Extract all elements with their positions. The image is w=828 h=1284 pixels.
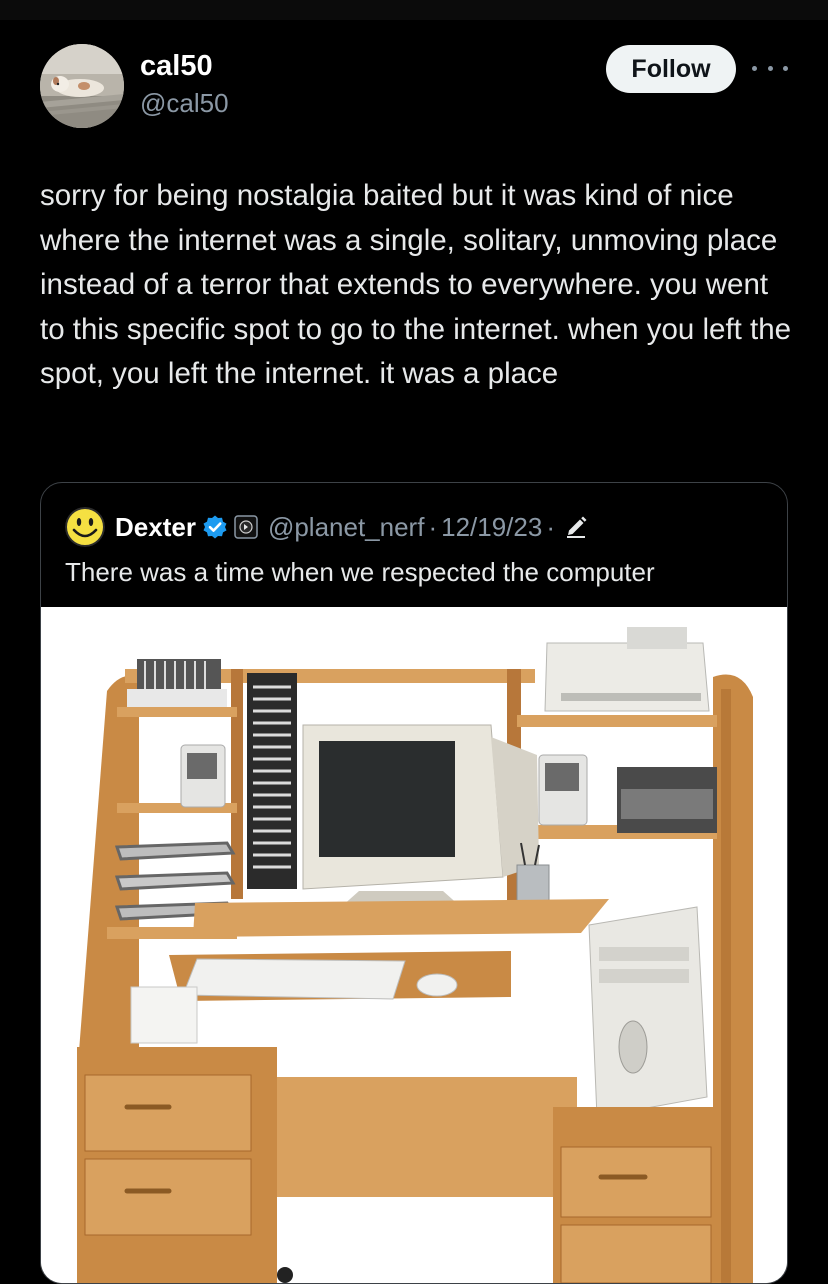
author-display-name[interactable]: cal50 [140,50,213,83]
verified-badge-icon [203,515,227,539]
dot-icon [752,65,757,71]
follow-button[interactable]: Follow [606,45,736,93]
dot-icon [767,65,773,71]
quoted-post-header: Dexter @planet_nerf · 12/19/23 · [65,507,589,547]
quoted-date[interactable]: 12/19/23 [441,512,542,543]
author-handle[interactable]: @cal50 [140,88,229,119]
separator-dot: · [428,511,438,542]
quoted-post-card[interactable]: Dexter @planet_nerf · 12/19/23 · There w… [40,482,788,1284]
edit-pencil-icon[interactable] [563,514,589,540]
more-options-icon[interactable] [752,58,788,78]
status-bar-strip [0,0,828,20]
quoted-post-image[interactable] [41,607,787,1283]
dot-icon [783,65,788,71]
quoted-display-name[interactable]: Dexter [115,512,196,543]
post-text: sorry for being nostalgia baited but it … [40,179,792,390]
separator-dot: · [546,511,555,542]
dog-photo-image [40,44,124,128]
quoted-post-text: There was a time when we respected the c… [65,557,655,587]
quoted-handle[interactable]: @planet_nerf [268,512,425,543]
computer-desk-photo [41,607,787,1283]
smiley-avatar-icon[interactable] [65,507,105,547]
author-avatar[interactable] [40,44,124,128]
affiliate-badge-icon[interactable] [234,515,258,539]
